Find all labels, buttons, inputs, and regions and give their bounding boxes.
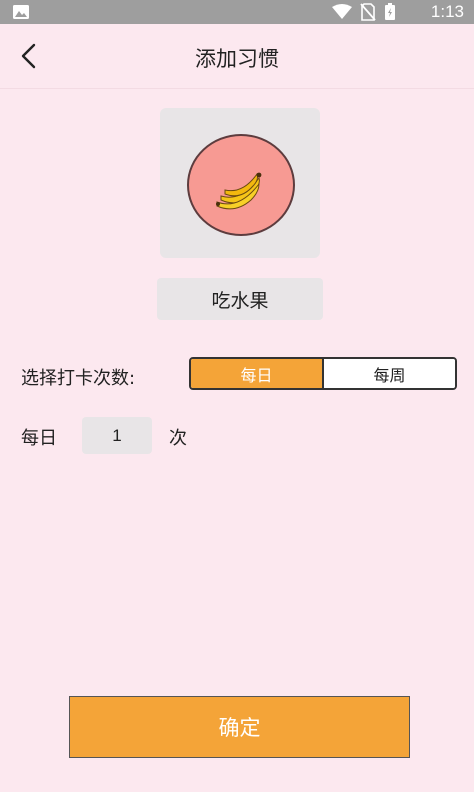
battery-icon bbox=[384, 3, 396, 25]
banana-icon bbox=[216, 172, 262, 210]
frequency-label: 选择打卡次数: bbox=[21, 368, 136, 389]
habit-icon-picker[interactable] bbox=[160, 108, 320, 258]
count-suffix-label: 次 bbox=[169, 428, 187, 449]
count-input[interactable] bbox=[82, 417, 152, 454]
status-time: 1:13 bbox=[430, 2, 464, 21]
confirm-button[interactable]: 确定 bbox=[69, 696, 410, 758]
habit-icon-circle bbox=[187, 134, 295, 236]
frequency-option-weekly[interactable]: 每周 bbox=[322, 359, 455, 388]
frequency-option-daily[interactable]: 每日 bbox=[191, 359, 322, 388]
gallery-icon bbox=[12, 4, 30, 24]
count-prefix-label: 每日 bbox=[21, 428, 57, 449]
habit-name-field[interactable]: 吃水果 bbox=[157, 278, 323, 320]
page-title: 添加习惯 bbox=[195, 47, 279, 71]
frequency-toggle: 每日 每周 bbox=[189, 357, 457, 390]
no-sim-icon bbox=[360, 3, 376, 25]
wifi-icon bbox=[332, 4, 352, 24]
status-bar: 1:13 bbox=[0, 0, 474, 24]
app-bar: 添加习惯 bbox=[0, 24, 474, 89]
